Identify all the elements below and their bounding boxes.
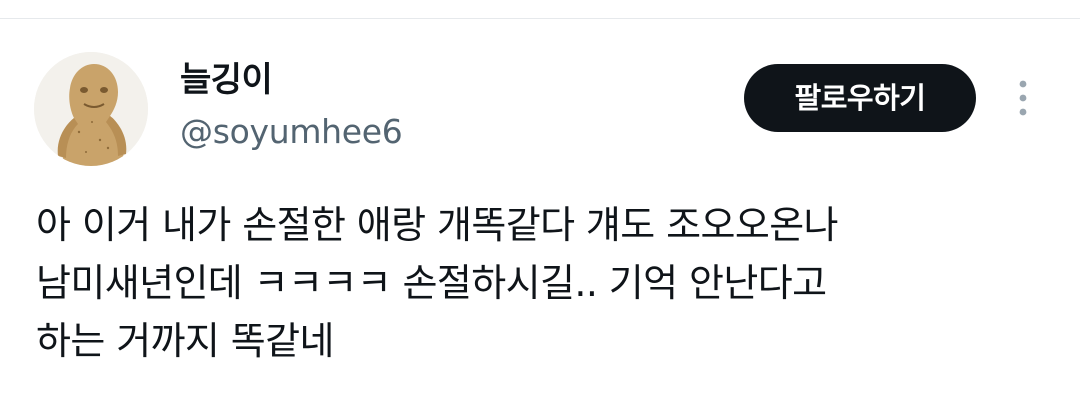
more-vertical-icon[interactable] [1010, 78, 1036, 118]
display-name[interactable]: 늘깅이 [180, 58, 273, 102]
follow-button[interactable]: 팔로우하기 [744, 64, 976, 132]
tweet-line: 아 이거 내가 손절한 애랑 개똑같다 걔도 조오오온나 [36, 203, 839, 247]
tweet-line: 남미새년인데 ㅋㅋㅋㅋ 손절하시길.. 기억 안난다고 [36, 261, 827, 305]
top-divider [0, 18, 1080, 19]
avatar[interactable] [34, 52, 148, 166]
clay-figure-avatar-icon [34, 52, 148, 166]
tweet-line: 하는 거까지 똑같네 [36, 319, 334, 363]
user-handle[interactable]: @soyumhee6 [180, 110, 403, 154]
tweet-text: 아 이거 내가 손절한 애랑 개똑같다 걔도 조오오온나 남미새년인데 ㅋㅋㅋㅋ… [36, 196, 1056, 370]
